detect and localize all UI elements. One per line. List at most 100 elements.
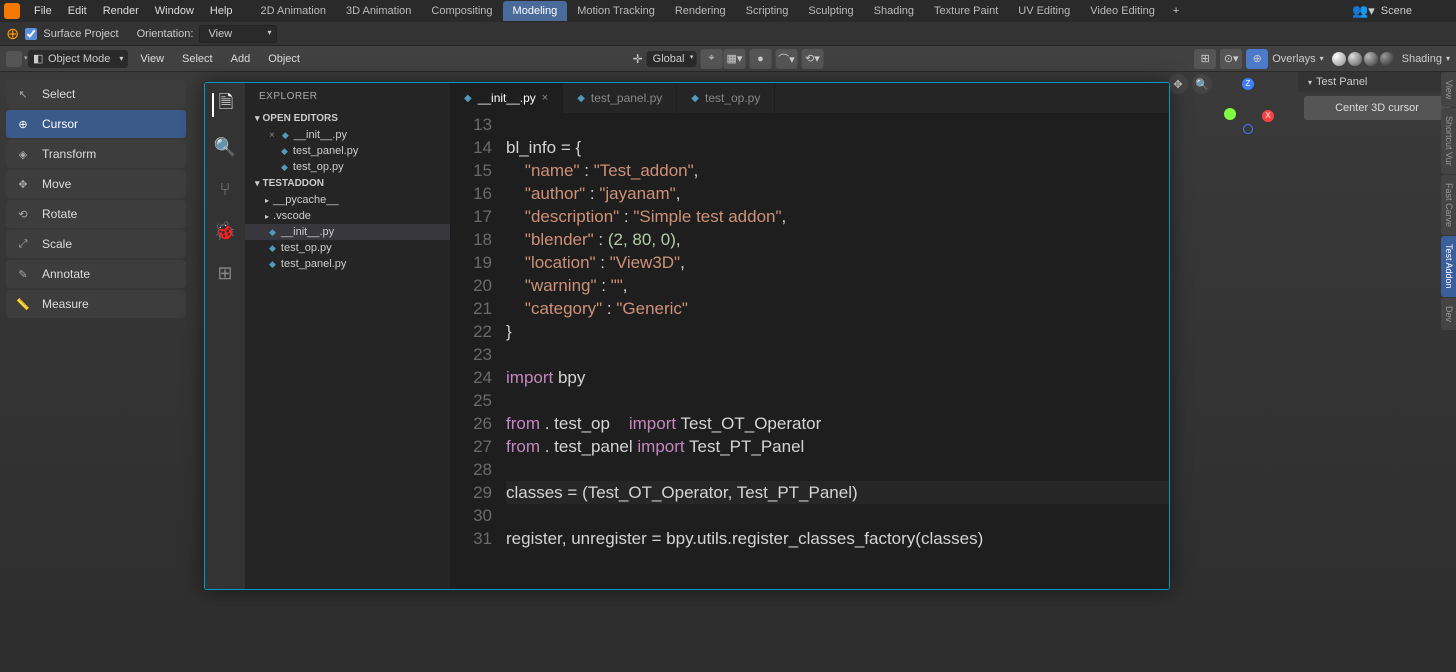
workspace-tab-modeling[interactable]: Modeling <box>503 1 568 21</box>
cursor-tool-icon: ⊕ <box>6 24 19 44</box>
open-editors-section[interactable]: OPEN EDITORS <box>245 110 450 127</box>
workspace-add-tab[interactable]: + <box>1165 1 1187 21</box>
axis-z-neg[interactable] <box>1243 124 1253 134</box>
folder-vscode[interactable]: .vscode <box>245 208 450 224</box>
menu-help[interactable]: Help <box>202 2 241 20</box>
header-add[interactable]: Add <box>225 50 257 68</box>
tool-rotate[interactable]: ⟲Rotate <box>6 200 186 228</box>
tool-select[interactable]: ↖Select <box>6 80 186 108</box>
scene-name: Scene <box>1381 5 1412 17</box>
side-tab-view[interactable]: View <box>1441 72 1456 107</box>
tool-cursor[interactable]: ⊕Cursor <box>6 110 186 138</box>
viewport-3d[interactable]: ↖Select ⊕Cursor ◈Transform ✥Move ⟲Rotate… <box>0 72 1456 672</box>
code-l17: "description" : "Simple test addon", <box>506 207 786 226</box>
file-tab-init[interactable]: ◆__init__.py× <box>450 83 563 113</box>
users-icon: 👥▾ <box>1352 3 1375 19</box>
axis-gizmo[interactable]: Z X <box>1220 78 1276 134</box>
explorer-title: EXPLORER <box>245 83 450 110</box>
menu-render[interactable]: Render <box>95 2 147 20</box>
viewport-header: Object Mode View Select Add Object ✛ Glo… <box>0 46 1456 72</box>
menu-window[interactable]: Window <box>147 2 202 20</box>
file-init[interactable]: ◆__init__.py <box>245 224 450 240</box>
file-tab-test-panel[interactable]: ◆test_panel.py <box>563 83 677 113</box>
axis-x[interactable]: X <box>1262 110 1274 122</box>
file-test-op[interactable]: ◆test_op.py <box>245 240 450 256</box>
tool-move[interactable]: ✥Move <box>6 170 186 198</box>
shading-wireframe[interactable] <box>1332 52 1346 66</box>
workspace-tab-motion-tracking[interactable]: Motion Tracking <box>567 1 665 21</box>
code-l26: from . test_op import Test_OT_Operator <box>506 414 821 433</box>
menu-edit[interactable]: Edit <box>60 2 95 20</box>
workspace-tab-scripting[interactable]: Scripting <box>736 1 799 21</box>
project-section[interactable]: TESTADDON <box>245 175 450 192</box>
header-view[interactable]: View <box>134 50 170 68</box>
snap-toggle[interactable]: ⌖ <box>700 49 722 69</box>
python-icon: ◆ <box>281 162 288 173</box>
tool-transform[interactable]: ◈Transform <box>6 140 186 168</box>
code-l31: register, unregister = bpy.utils.registe… <box>506 529 983 548</box>
editor-type-selector[interactable] <box>6 51 22 67</box>
viewport-gizmos-toggle[interactable]: ⊞ <box>1194 49 1216 69</box>
code-content[interactable]: bl_info = { "name" : "Test_addon", "auth… <box>506 113 1169 589</box>
code-l22: } <box>506 322 512 341</box>
workspace-tab-compositing[interactable]: Compositing <box>421 1 502 21</box>
scale-icon: ⤢ <box>14 235 32 253</box>
file-tab-test-op[interactable]: ◆test_op.py <box>677 83 775 113</box>
close-icon[interactable]: × <box>269 130 275 141</box>
side-tab-fastcarve[interactable]: Fast Carve <box>1441 175 1456 235</box>
workspace-tab-video-editing[interactable]: Video Editing <box>1080 1 1165 21</box>
transform-orientation-dropdown[interactable]: Global <box>647 51 697 67</box>
workspace-tab-uv-editing[interactable]: UV Editing <box>1008 1 1080 21</box>
header-object[interactable]: Object <box>262 50 306 68</box>
debug-icon[interactable]: 🐞 <box>213 219 237 243</box>
axis-z[interactable]: Z <box>1242 78 1254 90</box>
mode-selector[interactable]: Object Mode <box>28 50 128 68</box>
code-l24: import bpy <box>506 368 585 387</box>
file-test-panel[interactable]: ◆test_panel.py <box>245 256 450 272</box>
snap-element[interactable]: ▦▾ <box>723 49 745 69</box>
workspace-tab-rendering[interactable]: Rendering <box>665 1 736 21</box>
zoom-view-icon[interactable]: 🔍 <box>1192 74 1212 94</box>
shading-rendered[interactable] <box>1380 52 1394 66</box>
tool-scale[interactable]: ⤢Scale <box>6 230 186 258</box>
move-icon: ✥ <box>14 175 32 193</box>
open-editor-test-panel[interactable]: ◆test_panel.py <box>245 143 450 159</box>
axis-y[interactable] <box>1224 108 1236 120</box>
side-tab-dev[interactable]: Dev <box>1441 298 1456 330</box>
proportional-edit[interactable]: ● <box>749 49 771 69</box>
code-area[interactable]: 13 14 15 16 17 18 19 20 21 22 23 24 25 2… <box>450 113 1169 589</box>
git-icon[interactable]: ⑂ <box>213 177 237 201</box>
search-icon[interactable]: 🔍 <box>213 135 237 159</box>
workspace-tab-3d-animation[interactable]: 3D Animation <box>336 1 421 21</box>
shading-lookdev[interactable] <box>1364 52 1378 66</box>
pivot-dropdown[interactable]: ⟲▾ <box>801 49 823 69</box>
side-tab-shortcut[interactable]: Shortcut Vur <box>1441 108 1456 174</box>
extensions-icon[interactable]: ⊞ <box>213 261 237 285</box>
open-editor-init[interactable]: ×◆__init__.py <box>245 127 450 143</box>
shading-solid[interactable] <box>1348 52 1362 66</box>
side-tab-testaddon[interactable]: Test Addon <box>1441 236 1456 297</box>
menu-file[interactable]: File <box>26 2 60 20</box>
tool-measure[interactable]: 📏Measure <box>6 290 186 318</box>
close-icon[interactable]: × <box>542 92 548 104</box>
panel-header-test[interactable]: Test Panel <box>1298 72 1456 92</box>
tool-annotate[interactable]: ✎Annotate <box>6 260 186 288</box>
overlay-toggle[interactable]: ⊕ <box>1246 49 1268 69</box>
viewport-overlays-dropdown[interactable]: ⊙▾ <box>1220 49 1242 69</box>
explorer-icon[interactable]: 🗎 <box>212 93 236 117</box>
workspace-tab-sculpting[interactable]: Sculpting <box>798 1 863 21</box>
workspace-tab-shading[interactable]: Shading <box>864 1 924 21</box>
header-select[interactable]: Select <box>176 50 219 68</box>
code-l29: classes = (Test_OT_Operator, Test_PT_Pan… <box>506 481 1169 504</box>
center-cursor-button[interactable]: Center 3D cursor <box>1304 96 1450 120</box>
scene-selector[interactable]: 👥▾ Scene <box>1344 3 1452 19</box>
folder-pycache[interactable]: __pycache__ <box>245 192 450 208</box>
workspace-tab-2d-animation[interactable]: 2D Animation <box>251 1 336 21</box>
select-icon: ↖ <box>14 85 32 103</box>
surface-project-checkbox[interactable] <box>25 28 37 40</box>
move-view-icon[interactable]: ✥ <box>1168 74 1188 94</box>
open-editor-test-op[interactable]: ◆test_op.py <box>245 159 450 175</box>
orientation-dropdown[interactable]: View <box>199 25 277 43</box>
workspace-tab-texture-paint[interactable]: Texture Paint <box>924 1 1008 21</box>
proportional-falloff[interactable]: ⌒▾ <box>775 49 797 69</box>
